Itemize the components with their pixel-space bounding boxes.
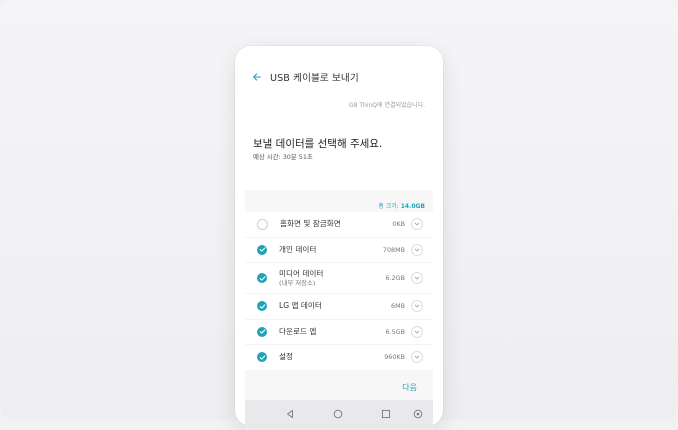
nav-back-icon[interactable] [283, 407, 297, 421]
check-icon [259, 329, 265, 334]
expand-button[interactable] [411, 325, 423, 338]
item-label-main: 홈화면 및 잠금화면 [280, 219, 341, 229]
item-label: 설정 [279, 352, 384, 362]
checkbox[interactable] [257, 301, 267, 312]
data-item-row-2[interactable]: 미디어 데이터 (내부 저장소) 6.2GB [245, 263, 433, 294]
data-item-list: 홈화면 및 잠금화면 0KB 개인 데이터 708MB 미디어 데이터 (내부 … [245, 212, 433, 371]
nav-home-icon[interactable] [331, 407, 345, 421]
item-label-sub: (내부 저장소) [279, 278, 316, 287]
expand-button[interactable] [411, 300, 423, 313]
item-size: 708MB [382, 245, 405, 254]
expand-button[interactable] [411, 272, 423, 284]
data-item-row-1[interactable]: 개인 데이터 708MB [245, 238, 433, 263]
back-arrow-icon[interactable] [250, 70, 264, 84]
chevron-down-icon [414, 276, 420, 280]
chevron-down-icon [414, 305, 420, 308]
expand-button[interactable] [411, 218, 423, 231]
chevron-down-icon [414, 248, 420, 252]
checkbox[interactable] [257, 244, 267, 255]
app-bar: USB 케이블로 보내기 [245, 60, 433, 94]
chevron-down-icon [414, 223, 420, 226]
item-label-main: 다운로드 앱 [279, 326, 317, 336]
chevron-down-icon [414, 330, 420, 334]
estimated-time: 예상 시간: 30분 51초 [253, 153, 313, 161]
nav-recents-icon[interactable] [379, 407, 393, 421]
item-label-main: 설정 [279, 352, 293, 362]
expand-button[interactable] [411, 351, 423, 364]
item-label: LG 앱 데이터 [279, 301, 391, 311]
item-label: 개인 데이터 [279, 245, 383, 255]
checkbox[interactable] [257, 218, 268, 230]
expand-button[interactable] [411, 243, 423, 256]
data-item-row-0[interactable]: 홈화면 및 잠금화면 0KB [245, 212, 433, 238]
item-label: 미디어 데이터 (내부 저장소) [279, 269, 386, 288]
connection-status: G8 ThinQ에 연결되었습니다. [348, 102, 425, 109]
item-size: 0KB [392, 220, 405, 229]
item-label-main: LG 앱 데이터 [279, 301, 322, 311]
check-icon [259, 304, 265, 309]
total-size-label: 총 크기: [378, 203, 399, 210]
check-icon [259, 275, 265, 281]
item-label: 홈화면 및 잠금화면 [280, 219, 392, 229]
item-size: 6.2GB [385, 274, 406, 282]
page-title: USB 케이블로 보내기 [270, 73, 359, 84]
chevron-down-icon [414, 356, 420, 359]
select-data-heading: 보낼 데이터를 선택해 주세요. [253, 138, 383, 150]
data-item-row-4[interactable]: 다운로드 앱 6.5GB [245, 320, 433, 345]
checkbox[interactable] [257, 273, 267, 283]
check-icon [259, 247, 265, 252]
item-size: 6.5GB [385, 327, 406, 336]
item-label-main: 미디어 데이터 [279, 268, 324, 278]
checkbox[interactable] [257, 352, 267, 363]
item-size: 6MB [391, 302, 405, 311]
data-item-row-5[interactable]: 설정 960KB [245, 345, 433, 371]
data-item-row-3[interactable]: LG 앱 데이터 6MB [245, 294, 433, 320]
total-size: 총 크기: 14.0GB [378, 201, 425, 210]
item-size: 960KB [384, 353, 405, 362]
item-label: 다운로드 앱 [279, 327, 386, 337]
checkbox[interactable] [257, 326, 267, 337]
system-nav-bar [245, 400, 433, 430]
phone-frame: USB 케이블로 보내기 G8 ThinQ에 연결되었습니다. 보낼 데이터를 … [235, 46, 443, 430]
footer-bar: 다음 [245, 378, 433, 398]
total-size-value: 14.0GB [400, 203, 425, 210]
check-icon [259, 355, 265, 360]
item-label-main: 개인 데이터 [279, 244, 317, 254]
nav-extra-icon[interactable] [411, 407, 425, 421]
background-stage: USB 케이블로 보내기 G8 ThinQ에 연결되었습니다. 보낼 데이터를 … [0, 0, 678, 430]
phone-screen: USB 케이블로 보내기 G8 ThinQ에 연결되었습니다. 보낼 데이터를 … [245, 60, 433, 430]
next-button[interactable]: 다음 [402, 382, 417, 393]
